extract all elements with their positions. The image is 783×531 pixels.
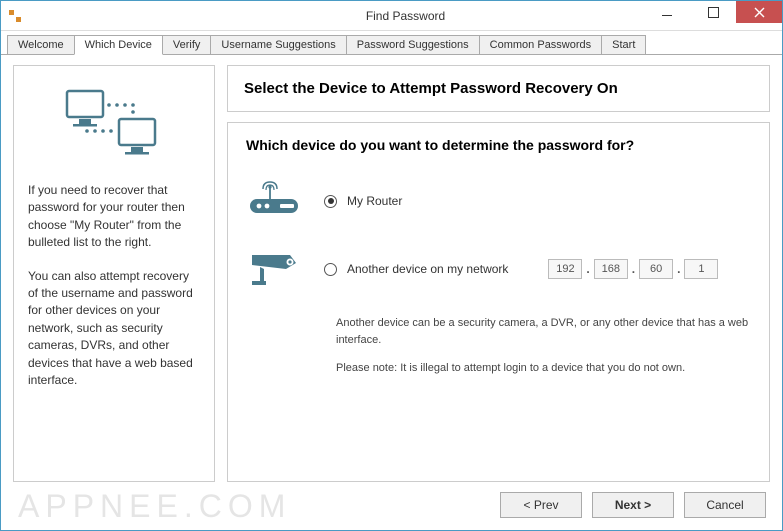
prev-button[interactable]: < Prev [500,492,582,518]
tab-bar: Welcome Which Device Verify Username Sug… [1,31,782,55]
ip-dot: . [632,262,635,276]
page-title: Select the Device to Attempt Password Re… [244,80,753,97]
ip-dot: . [677,262,680,276]
router-icon [246,179,302,223]
notes: Another device can be a security camera,… [336,315,751,377]
titlebar: Find Password [1,1,782,31]
tab-common-passwords[interactable]: Common Passwords [479,35,602,54]
ip-dot: . [586,262,589,276]
ip-octet-1[interactable]: 192 [548,259,582,279]
right-column: Select the Device to Attempt Password Re… [227,65,770,482]
radio-label: My Router [347,194,402,208]
sidebar-para2: You can also attempt recovery of the use… [28,268,200,390]
tab-username-suggestions[interactable]: Username Suggestions [210,35,346,54]
question-heading: Which device do you want to determine th… [246,137,751,153]
option-my-router: My Router [246,179,751,223]
tab-password-suggestions[interactable]: Password Suggestions [346,35,480,54]
app-icon [7,8,23,24]
tab-verify[interactable]: Verify [162,35,212,54]
tab-welcome[interactable]: Welcome [7,35,75,54]
main-box: Which device do you want to determine th… [227,122,770,482]
header-box: Select the Device to Attempt Password Re… [227,65,770,112]
minimize-button[interactable] [644,1,690,23]
close-button[interactable] [736,1,782,23]
cancel-button[interactable]: Cancel [684,492,766,518]
footer-buttons: < Prev Next > Cancel [13,482,770,522]
ip-octet-4[interactable]: 1 [684,259,718,279]
sidebar-text: If you need to recover that password for… [28,182,200,405]
next-button[interactable]: Next > [592,492,674,518]
panels: If you need to recover that password for… [13,65,770,482]
radio-another-device[interactable]: Another device on my network [324,262,508,276]
monitors-icon [28,80,200,170]
note-1: Another device can be a security camera,… [336,315,751,348]
sidebar-panel: If you need to recover that password for… [13,65,215,482]
radio-dot-icon [324,195,337,208]
sidebar-para1: If you need to recover that password for… [28,182,200,252]
radio-dot-icon [324,263,337,276]
option-another-device: Another device on my network 192 . 168 .… [246,247,751,291]
tab-start[interactable]: Start [601,35,646,54]
camera-icon [246,247,302,291]
note-2: Please note: It is illegal to attempt lo… [336,360,751,377]
ip-octet-3[interactable]: 60 [639,259,673,279]
maximize-button[interactable] [690,1,736,23]
tab-which-device[interactable]: Which Device [74,35,163,55]
ip-input-group: 192 . 168 . 60 . 1 [548,259,718,279]
content-area: If you need to recover that password for… [1,55,782,530]
radio-my-router[interactable]: My Router [324,194,402,208]
radio-label: Another device on my network [347,262,508,276]
ip-octet-2[interactable]: 168 [594,259,628,279]
app-window: Find Password Welcome Which Device Verif… [0,0,783,531]
window-controls [644,1,782,30]
